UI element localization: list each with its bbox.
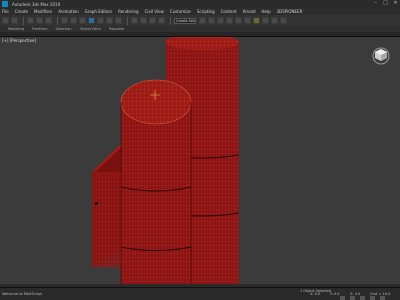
playback-controls [340,296,385,300]
link-icon[interactable] [27,17,34,24]
pivot-icon[interactable] [131,17,138,24]
select-by-name-icon[interactable] [70,17,77,24]
menu-modifiers[interactable]: Modifiers [34,9,52,14]
close-button[interactable]: ✕ [393,1,398,6]
render-icon[interactable] [280,17,287,24]
bind-space-warp-icon[interactable] [45,17,52,24]
title-bar: Autodesk 3ds Max 2019 – □ ✕ [0,0,400,8]
tab-selection[interactable]: Selection [56,27,72,31]
tab-freeform[interactable]: Freeform [32,27,48,31]
maxscript-listener[interactable]: Welcome to MAXScript. [2,292,43,296]
key-icon[interactable] [350,296,355,300]
menu-file[interactable]: File [2,9,9,14]
tab-modeling[interactable]: Modeling [8,27,24,31]
x-coordinate[interactable]: X: 0.0 [310,292,320,296]
toolbar-divider [170,16,171,25]
side-box[interactable] [92,145,124,267]
align-icon[interactable] [208,17,215,24]
place-icon[interactable] [115,17,122,24]
undo-icon[interactable] [2,17,9,24]
material-editor-icon[interactable] [253,17,260,24]
viewcube-icon[interactable] [371,45,391,65]
play-icon[interactable] [340,296,345,300]
menu-3dspioneer[interactable]: 3DSPIONEER [277,9,303,14]
graphite-icon[interactable] [226,17,233,24]
app-logo-icon[interactable] [2,1,8,7]
mirror-icon[interactable] [199,17,206,24]
menu-animation[interactable]: Animation [58,9,78,14]
schematic-view-icon[interactable] [244,17,251,24]
menu-bar: File Create Modifiers Animation Graph Ed… [0,8,400,15]
rotate-icon[interactable] [97,17,104,24]
layer-icon[interactable] [217,17,224,24]
select-object-icon[interactable] [61,17,68,24]
menu-rendering[interactable]: Rendering [118,9,138,14]
move-icon[interactable] [88,17,95,24]
unlink-icon[interactable] [36,17,43,24]
status-bar: Welcome to MAXScript. 1 Object Selected … [0,287,400,300]
toolbar-divider [127,16,128,25]
toolbar-divider [23,16,24,25]
menu-customize[interactable]: Customize [170,9,191,14]
percent-snap-icon[interactable] [158,17,165,24]
scale-icon[interactable] [106,17,113,24]
y-coordinate[interactable]: Y: 0.0 [330,292,340,296]
render-setup-icon[interactable] [262,17,269,24]
toolbar-divider [57,16,58,25]
tab-object-paint[interactable]: Object Paint [80,27,101,31]
maximize-button[interactable]: □ [383,1,388,6]
snap-icon[interactable] [140,17,147,24]
menu-content[interactable]: Content [221,9,237,14]
named-selection-dropdown[interactable]: Create Selection Se [174,17,196,24]
menu-graph-editors[interactable]: Graph Editors [85,9,112,14]
redo-icon[interactable] [11,17,18,24]
selection-region-icon[interactable] [79,17,86,24]
pan-icon[interactable] [370,296,375,300]
curve-editor-icon[interactable] [235,17,242,24]
main-toolbar: Create Selection Se [0,15,400,26]
menu-create[interactable]: Create [15,9,28,14]
angle-snap-icon[interactable] [149,17,156,24]
minimize-button[interactable]: – [373,1,378,6]
menu-civil-view[interactable]: Civil View [145,9,164,14]
menu-help[interactable]: Help [262,9,271,14]
orbit-icon[interactable] [380,296,385,300]
render-frame-icon[interactable] [271,17,278,24]
window-controls: – □ ✕ [373,1,398,6]
window-title: Autodesk 3ds Max 2019 [12,1,61,7]
perspective-viewport[interactable]: [+] [Perspective] [0,37,400,287]
menu-arnold[interactable]: Arnold [243,9,256,14]
menu-scripting[interactable]: Scripting [197,9,215,14]
scene-render [92,37,240,287]
front-cylinder[interactable] [120,79,192,287]
zoom-icon[interactable] [360,296,365,300]
tab-populate[interactable]: Populate [109,27,124,31]
